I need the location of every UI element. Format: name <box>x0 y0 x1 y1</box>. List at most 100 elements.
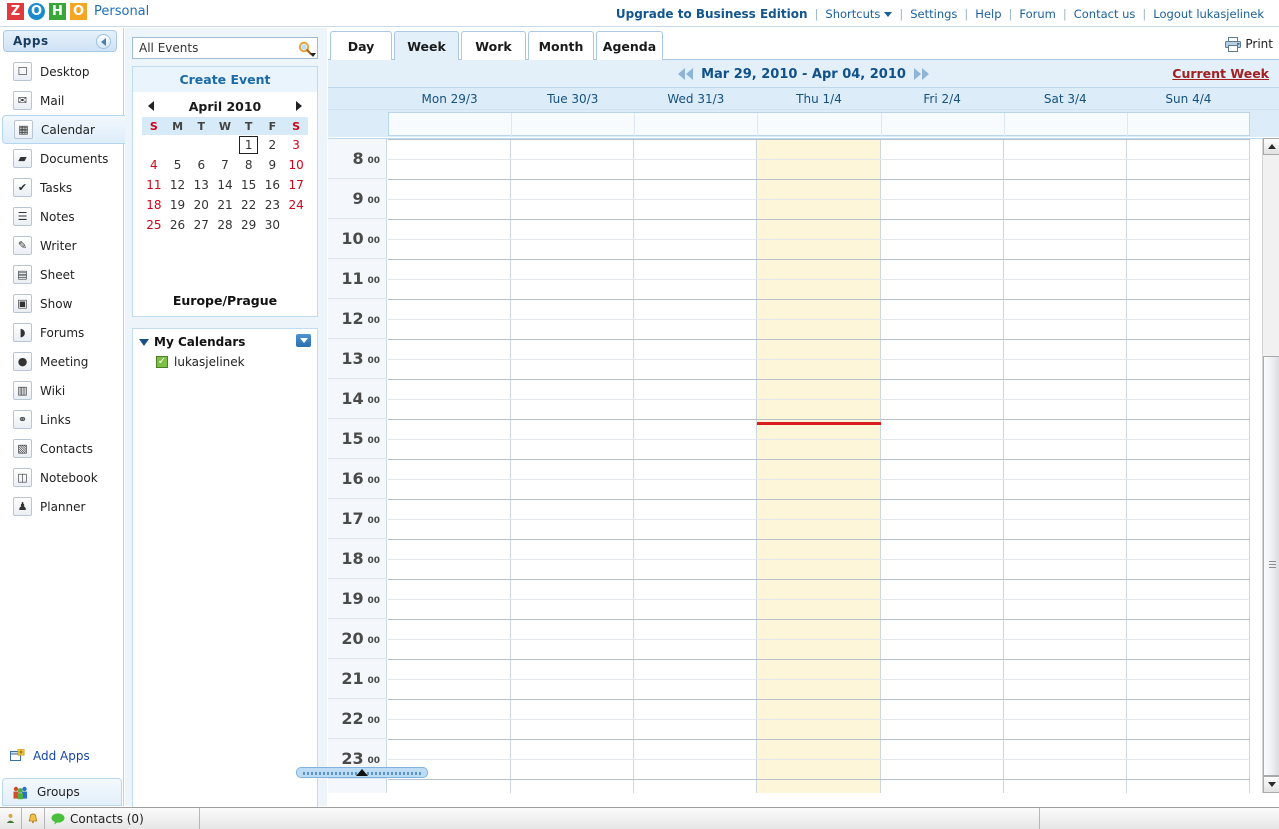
next-week-button[interactable] <box>913 68 929 80</box>
day-column-1[interactable] <box>511 139 635 793</box>
minical-day[interactable]: 7 <box>213 155 237 175</box>
day-column-6[interactable] <box>1127 139 1250 793</box>
sidebar-item-show[interactable]: ▣ Show <box>0 289 124 318</box>
panel-resize-handle[interactable] <box>296 767 428 778</box>
tab-agenda[interactable]: Agenda <box>596 31 663 60</box>
groups-button[interactable]: Groups <box>2 778 122 806</box>
minical-prev-icon[interactable] <box>148 101 154 111</box>
sidebar-item-sheet[interactable]: ▤ Sheet <box>0 260 124 289</box>
tab-week[interactable]: Week <box>394 31 459 60</box>
sidebar-item-calendar[interactable]: ▦ Calendar <box>2 115 125 144</box>
minical-next-icon[interactable] <box>296 101 302 111</box>
sidebar-item-planner[interactable]: ♟ Planner <box>0 492 124 521</box>
upgrade-link[interactable]: Upgrade to Business Edition <box>609 7 815 21</box>
scroll-up-button[interactable] <box>1263 138 1279 155</box>
sidebar-item-writer[interactable]: ✎ Writer <box>0 231 124 260</box>
day-columns[interactable] <box>388 139 1250 793</box>
minical-day[interactable]: 2 <box>261 135 285 155</box>
sidebar-item-forums[interactable]: ◗ Forums <box>0 318 124 347</box>
minical-day[interactable]: 8 <box>237 155 261 175</box>
list-item[interactable]: ✓ lukasjelinek <box>133 352 317 372</box>
prev-week-button[interactable] <box>678 68 694 80</box>
minical-day[interactable]: 13 <box>189 175 213 195</box>
minical-day[interactable]: 17 <box>284 175 308 195</box>
day-column-5[interactable] <box>1004 139 1127 793</box>
sidebar-item-meeting[interactable]: ● Meeting <box>0 347 124 376</box>
day-column-3[interactable] <box>757 139 881 793</box>
add-apps-button[interactable]: Add Apps <box>0 742 124 770</box>
scroll-down-button[interactable] <box>1263 776 1279 793</box>
minical-day[interactable]: 28 <box>213 215 237 235</box>
minical-day[interactable]: 9 <box>261 155 285 175</box>
sidebar-item-tasks[interactable]: ✔ Tasks <box>0 173 124 202</box>
sidebar-item-notes[interactable]: ☰ Notes <box>0 202 124 231</box>
minical-day[interactable]: 27 <box>189 215 213 235</box>
minical-day-today[interactable]: 1 <box>237 135 261 155</box>
nav-shortcuts[interactable]: Shortcuts <box>818 7 899 21</box>
sidebar-item-documents[interactable]: ▰ Documents <box>0 144 124 173</box>
minical-day[interactable]: 25 <box>142 215 166 235</box>
minical-day[interactable]: 3 <box>284 135 308 155</box>
vertical-scrollbar[interactable] <box>1262 138 1279 793</box>
minical-day[interactable]: 6 <box>189 155 213 175</box>
day-header-6[interactable]: Sun 4/4 <box>1127 88 1250 110</box>
tab-month[interactable]: Month <box>528 31 594 60</box>
minical-day[interactable]: 14 <box>213 175 237 195</box>
minical-day[interactable]: 11 <box>142 175 166 195</box>
my-calendars-header[interactable]: My Calendars <box>133 332 317 352</box>
scrollbar-thumb[interactable] <box>1263 356 1279 776</box>
nav-contact-us[interactable]: Contact us <box>1067 7 1143 21</box>
minical-day[interactable]: 16 <box>261 175 285 195</box>
user-status-icon[interactable] <box>0 808 22 829</box>
day-header-1[interactable]: Tue 30/3 <box>511 88 634 110</box>
minical-day[interactable]: 19 <box>166 195 190 215</box>
tab-day[interactable]: Day <box>330 31 392 60</box>
search-box[interactable] <box>132 37 318 59</box>
minical-day[interactable]: 30 <box>261 215 285 235</box>
print-button[interactable]: Print <box>1225 34 1273 54</box>
current-week-link[interactable]: Current Week <box>1172 66 1269 81</box>
tab-work[interactable]: Work <box>461 31 526 60</box>
minical-day[interactable]: 5 <box>166 155 190 175</box>
nav-settings[interactable]: Settings <box>903 7 964 21</box>
zoho-logo[interactable]: Z O H O Personal <box>7 3 149 20</box>
time-grid[interactable]: 8 00 9 00 10 00 11 00 12 00 13 00 14 00 15 00 16… <box>328 138 1279 793</box>
sidebar-item-desktop[interactable]: ☐ Desktop <box>0 57 124 86</box>
day-header-0[interactable]: Mon 29/3 <box>388 88 511 110</box>
sidebar-item-links[interactable]: ⚭ Links <box>0 405 124 434</box>
minical-day[interactable]: 21 <box>213 195 237 215</box>
minical-day[interactable]: 29 <box>237 215 261 235</box>
day-header-4[interactable]: Fri 2/4 <box>881 88 1004 110</box>
minical-day[interactable]: 12 <box>166 175 190 195</box>
day-column-0[interactable] <box>388 139 512 793</box>
nav-logout[interactable]: Logout lukasjelinek <box>1146 7 1271 21</box>
dropdown-menu-icon[interactable] <box>296 334 311 347</box>
nav-forum[interactable]: Forum <box>1012 7 1062 21</box>
day-column-2[interactable] <box>634 139 758 793</box>
minical-day[interactable]: 15 <box>237 175 261 195</box>
sidebar-item-contacts[interactable]: ▧ Contacts <box>0 434 124 463</box>
day-header-5[interactable]: Sat 3/4 <box>1004 88 1127 110</box>
day-column-4[interactable] <box>881 139 1004 793</box>
sidebar-item-wiki[interactable]: ▥ Wiki <box>0 376 124 405</box>
minical-day[interactable]: 23 <box>261 195 285 215</box>
minical-day[interactable]: 18 <box>142 195 166 215</box>
day-header-2[interactable]: Wed 31/3 <box>634 88 757 110</box>
chevron-left-icon[interactable] <box>96 34 111 49</box>
bell-icon[interactable] <box>22 808 45 829</box>
sidebar-item-mail[interactable]: ✉ Mail <box>0 86 124 115</box>
day-header-3[interactable]: Thu 1/4 <box>757 88 880 110</box>
calendar-checkbox[interactable]: ✓ <box>156 356 168 368</box>
search-input[interactable] <box>133 38 293 58</box>
all-day-cells[interactable] <box>388 112 1250 137</box>
minical-day[interactable]: 24 <box>284 195 308 215</box>
contacts-status-item[interactable]: Contacts (0) <box>45 808 200 829</box>
minical-day[interactable]: 4 <box>142 155 166 175</box>
minical-day[interactable]: 22 <box>237 195 261 215</box>
sidebar-item-notebook[interactable]: ◫ Notebook <box>0 463 124 492</box>
minical-day[interactable]: 26 <box>166 215 190 235</box>
minical-day[interactable]: 20 <box>189 195 213 215</box>
triangle-down-icon[interactable] <box>139 338 149 346</box>
create-event-button[interactable]: Create Event <box>133 67 317 92</box>
minical-day[interactable]: 10 <box>284 155 308 175</box>
